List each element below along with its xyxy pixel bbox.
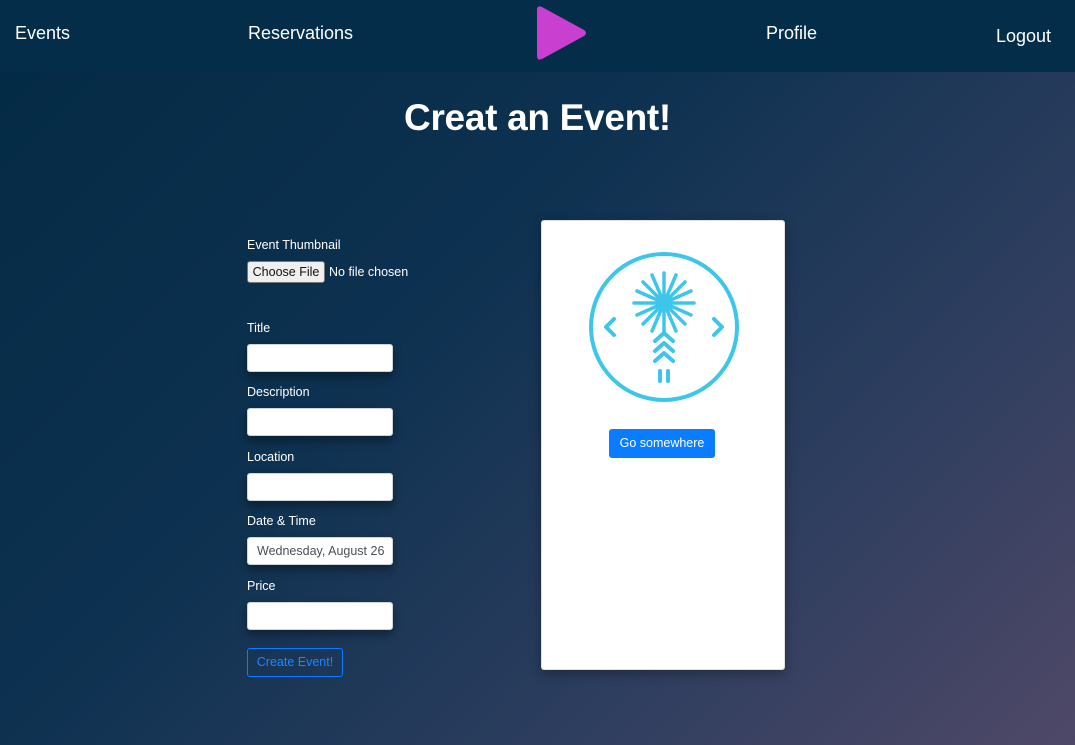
create-event-button[interactable]: Create Event! xyxy=(247,648,343,677)
page-title: Creat an Event! xyxy=(404,97,671,138)
file-status-text: No file chosen xyxy=(329,265,409,279)
thumbnail-file-input: Choose File No file chosen xyxy=(247,261,408,283)
navbar: Events Reservations Profile Logout xyxy=(0,0,1075,72)
datetime-label: Date & Time xyxy=(247,514,316,528)
starburst-logo-icon xyxy=(588,251,740,403)
price-input[interactable] xyxy=(247,602,393,630)
datetime-input[interactable]: Wednesday, August 26 xyxy=(247,537,393,565)
description-label: Description xyxy=(247,385,310,399)
price-label: Price xyxy=(247,579,276,593)
play-logo-icon[interactable] xyxy=(530,3,590,63)
preview-card: Go somewhere xyxy=(541,220,785,670)
nav-events-link[interactable]: Events xyxy=(15,23,70,44)
choose-file-button[interactable]: Choose File xyxy=(247,261,325,283)
nav-profile-link[interactable]: Profile xyxy=(766,23,817,44)
description-input[interactable] xyxy=(247,408,393,436)
go-somewhere-button[interactable]: Go somewhere xyxy=(609,429,715,458)
nav-reservations-link[interactable]: Reservations xyxy=(248,23,353,44)
nav-logout-link[interactable]: Logout xyxy=(996,26,1051,47)
thumbnail-label: Event Thumbnail xyxy=(247,238,341,252)
location-input[interactable] xyxy=(247,473,393,501)
location-label: Location xyxy=(247,450,295,464)
title-input[interactable] xyxy=(247,344,393,372)
title-label: Title xyxy=(247,321,271,335)
